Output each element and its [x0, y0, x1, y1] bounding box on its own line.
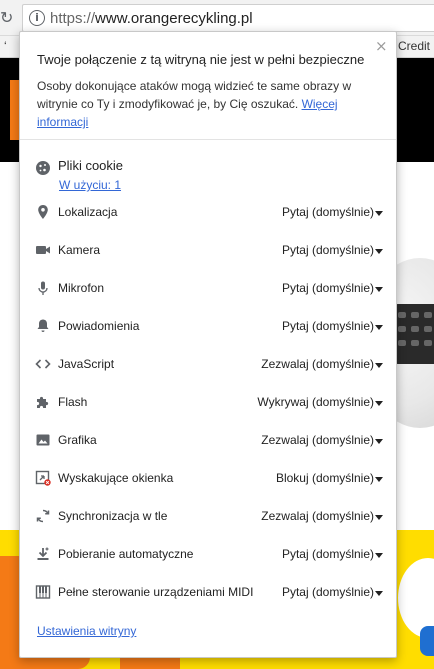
permission-row-auto-download: Pobieranie automatyczne Pytaj (domyślnie… — [20, 542, 396, 568]
location-pin-icon — [35, 204, 51, 220]
permission-select[interactable]: Pytaj (domyślnie) — [282, 205, 374, 219]
connection-warning-description: Osoby dokonujące ataków mogą widzieć te … — [37, 77, 382, 131]
download-icon — [35, 546, 51, 562]
permission-select[interactable]: Pytaj (domyślnie) — [282, 243, 374, 257]
chevron-down-icon[interactable] — [375, 553, 383, 558]
connection-warning-title: Twoje połączenie z tą witryną nie jest w… — [37, 52, 365, 67]
image-icon — [35, 432, 51, 448]
permission-label: Pobieranie automatyczne — [58, 547, 194, 561]
permission-label: Flash — [58, 395, 88, 409]
permission-label: Mikrofon — [58, 281, 105, 295]
url-scheme: https:// — [50, 10, 96, 27]
permission-row-flash: Flash Wykrywaj (domyślnie) — [20, 390, 396, 416]
permission-label: Powiadomienia — [58, 319, 140, 333]
divider — [20, 139, 396, 140]
bookmark-item[interactable]: ‘ — [4, 39, 7, 53]
piano-keys-icon — [35, 584, 51, 600]
close-icon[interactable]: × — [375, 39, 388, 54]
permission-label: Wyskakujące okienka — [58, 471, 174, 485]
cookies-in-use-link[interactable]: W użyciu: 1 — [59, 178, 121, 192]
page-keypad-image — [392, 304, 434, 364]
permission-row-location: Lokalizacja Pytaj (domyślnie) — [20, 200, 396, 226]
info-icon[interactable]: i — [29, 10, 45, 26]
permission-select[interactable]: Blokuj (domyślnie) — [276, 471, 374, 485]
chevron-down-icon[interactable] — [375, 477, 383, 482]
chevron-down-icon[interactable] — [375, 401, 383, 406]
permission-select[interactable]: Zezwalaj (domyślnie) — [261, 433, 374, 447]
site-info-popup: × Twoje połączenie z tą witryną nie jest… — [19, 31, 397, 658]
chevron-down-icon[interactable] — [375, 211, 383, 216]
reload-icon[interactable]: ↻ — [0, 8, 16, 28]
site-settings-link[interactable]: Ustawienia witryny — [37, 624, 136, 638]
permission-select[interactable]: Zezwalaj (domyślnie) — [261, 509, 374, 523]
permission-select[interactable]: Zezwalaj (domyślnie) — [261, 357, 374, 371]
permission-select[interactable]: Wykrywaj (domyślnie) — [257, 395, 374, 409]
permission-select[interactable]: Pytaj (domyślnie) — [282, 585, 374, 599]
permission-row-javascript: JavaScript Zezwalaj (domyślnie) — [20, 352, 396, 378]
chevron-down-icon[interactable] — [375, 249, 383, 254]
permission-label: Kamera — [58, 243, 101, 257]
permission-label: Lokalizacja — [58, 205, 118, 219]
permission-row-images: Grafika Zezwalaj (domyślnie) — [20, 428, 396, 454]
permission-label: Pełne sterowanie urządzeniami MIDI — [58, 585, 254, 599]
chevron-down-icon[interactable] — [375, 439, 383, 444]
bell-icon — [35, 318, 51, 334]
permission-row-background-sync: Synchronizacja w tle Zezwalaj (domyślnie… — [20, 504, 396, 530]
url-text[interactable]: https://www.orangerecykling.pl — [50, 10, 253, 27]
cookies-label: Pliki cookie — [58, 158, 124, 173]
sync-icon — [35, 508, 51, 524]
popup-blocked-icon — [35, 470, 51, 486]
chevron-down-icon[interactable] — [375, 325, 383, 330]
permission-label: Grafika — [58, 433, 97, 447]
permission-select[interactable]: Pytaj (domyślnie) — [282, 547, 374, 561]
chevron-down-icon[interactable] — [375, 287, 383, 292]
code-icon — [35, 356, 51, 372]
permission-select[interactable]: Pytaj (domyślnie) — [282, 281, 374, 295]
microphone-icon — [35, 280, 51, 296]
address-bar[interactable]: i https://www.orangerecykling.pl — [22, 4, 434, 32]
permission-row-microphone: Mikrofon Pytaj (domyślnie) — [20, 276, 396, 302]
cookie-icon — [35, 160, 51, 176]
permission-label: Synchronizacja w tle — [58, 509, 168, 523]
chevron-down-icon[interactable] — [375, 363, 383, 368]
permission-row-popups: Wyskakujące okienka Blokuj (domyślnie) — [20, 466, 396, 492]
bookmark-credit[interactable]: Credit — [398, 39, 430, 53]
puzzle-icon — [35, 394, 51, 410]
permission-row-notifications: Powiadomienia Pytaj (domyślnie) — [20, 314, 396, 340]
camera-icon — [35, 242, 51, 258]
permission-row-midi: Pełne sterowanie urządzeniami MIDI Pytaj… — [20, 580, 396, 606]
chevron-down-icon[interactable] — [375, 591, 383, 596]
permission-select[interactable]: Pytaj (domyślnie) — [282, 319, 374, 333]
permission-row-camera: Kamera Pytaj (domyślnie) — [20, 238, 396, 264]
chevron-down-icon[interactable] — [375, 515, 383, 520]
url-host: www.orangerecykling.pl — [95, 10, 253, 27]
page-blue-shape — [420, 626, 434, 656]
permission-label: JavaScript — [58, 357, 115, 371]
